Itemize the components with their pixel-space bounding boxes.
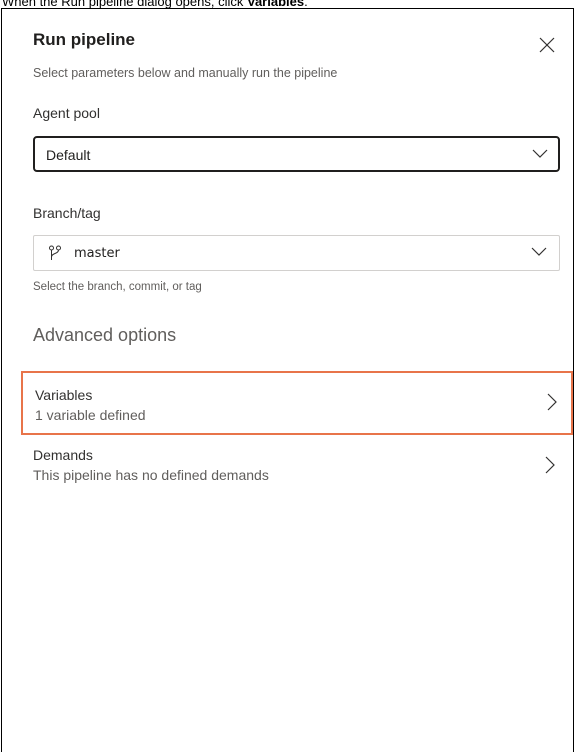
chevron-right-icon: [547, 393, 557, 411]
chevron-down-icon: [532, 149, 548, 158]
variables-description: 1 variable defined: [35, 407, 146, 423]
run-pipeline-dialog: Run pipeline Select parameters below and…: [1, 8, 574, 752]
chevron-down-icon: [531, 247, 547, 256]
dialog-subtitle: Select parameters below and manually run…: [33, 66, 338, 80]
advanced-options-heading: Advanced options: [33, 325, 177, 345]
agent-pool-dropdown[interactable]: Default: [33, 136, 560, 172]
close-button[interactable]: [537, 35, 557, 55]
demands-title: Demands: [33, 447, 93, 463]
branch-helper-text: Select the branch, commit, or tag: [33, 281, 202, 293]
agent-pool-value: Default: [46, 147, 91, 163]
demands-option[interactable]: Demands This pipeline has no defined dem…: [21, 442, 573, 506]
variables-title: Variables: [35, 387, 93, 403]
close-icon: [539, 37, 555, 53]
chevron-right-icon: [545, 456, 555, 474]
branch-tag-value: master: [74, 246, 120, 261]
branch-tag-dropdown[interactable]: master: [33, 235, 560, 271]
agent-pool-label: Agent pool: [33, 105, 100, 121]
branch-tag-label: Branch/tag: [33, 205, 101, 221]
dialog-title: Run pipeline: [33, 30, 135, 49]
branch-icon: [49, 245, 61, 260]
variables-option[interactable]: Variables 1 variable defined: [21, 371, 573, 435]
demands-description: This pipeline has no defined demands: [33, 467, 269, 483]
